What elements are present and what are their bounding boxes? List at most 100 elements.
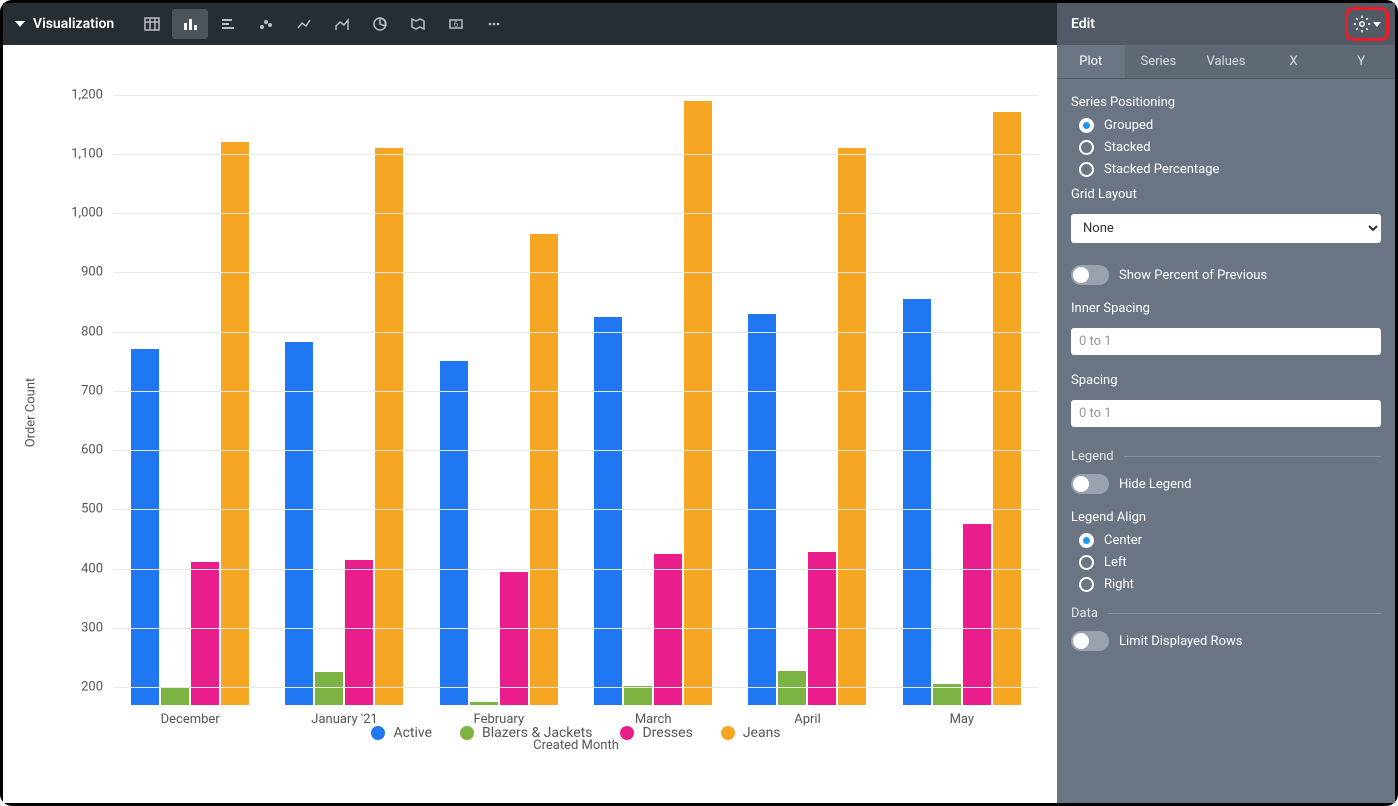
bar[interactable] [161, 688, 189, 705]
pie-chart-icon[interactable] [362, 9, 398, 39]
bar[interactable] [285, 342, 313, 705]
sidebar-tabs: PlotSeriesValuesXY [1057, 45, 1395, 79]
gridline [113, 95, 1039, 96]
table-icon[interactable] [134, 9, 170, 39]
gridline [113, 213, 1039, 214]
plot-region: DecemberJanuary '21FebruaryMarchAprilMay… [113, 65, 1039, 705]
legend-swatch-icon [460, 726, 474, 740]
data-section-label: Data [1071, 606, 1098, 621]
bar-group: December [113, 65, 267, 705]
bar[interactable] [654, 554, 682, 705]
bar[interactable] [684, 101, 712, 705]
chart-area: Order Count DecemberJanuary '21FebruaryM… [3, 55, 1055, 755]
bar[interactable] [594, 317, 622, 705]
bar[interactable] [500, 572, 528, 705]
legend-align-option-right[interactable]: Right [1079, 577, 1381, 592]
collapse-caret-icon[interactable] [15, 21, 25, 27]
gridline [113, 509, 1039, 510]
horizontal-bar-icon[interactable] [210, 9, 246, 39]
series-positioning-label: Series Positioning [1071, 95, 1381, 110]
legend-align-option-center[interactable]: Center [1079, 533, 1381, 548]
bar[interactable] [624, 686, 652, 705]
tab-y[interactable]: Y [1327, 45, 1395, 78]
positioning-option-stacked[interactable]: Stacked [1079, 140, 1381, 155]
bar[interactable] [903, 299, 931, 705]
bar[interactable] [221, 142, 249, 705]
bar[interactable] [963, 524, 991, 705]
y-tick-label: 1,200 [53, 87, 103, 102]
inner-spacing-input[interactable] [1071, 328, 1381, 355]
bar-group: May [885, 65, 1039, 705]
bar-group: March [576, 65, 730, 705]
bar[interactable] [191, 562, 219, 705]
tab-series[interactable]: Series [1125, 45, 1193, 78]
y-tick-label: 900 [53, 265, 103, 280]
y-tick-label: 800 [53, 324, 103, 339]
chart-legend: Active Blazers & Jackets Dresses Jeans [113, 725, 1039, 741]
hide-legend-label: Hide Legend [1119, 477, 1191, 492]
bar[interactable] [530, 234, 558, 705]
y-tick-label: 600 [53, 443, 103, 458]
legend-swatch-icon [721, 726, 735, 740]
legend-item[interactable]: Jeans [721, 725, 781, 741]
bar-group: January '21 [267, 65, 421, 705]
toolbar-title: Visualization [33, 16, 114, 32]
settings-gear-button[interactable] [1345, 7, 1389, 41]
tab-x[interactable]: X [1260, 45, 1328, 78]
positioning-option-stacked-percentage[interactable]: Stacked Percentage [1079, 162, 1381, 177]
bar[interactable] [838, 148, 866, 705]
map-icon[interactable] [400, 9, 436, 39]
legend-align-option-left[interactable]: Left [1079, 555, 1381, 570]
bar[interactable] [315, 672, 343, 705]
svg-text:6: 6 [454, 20, 459, 29]
viz-type-buttons: 6 [134, 9, 512, 39]
show-percent-label: Show Percent of Previous [1119, 268, 1267, 283]
legend-item[interactable]: Blazers & Jackets [460, 725, 592, 741]
limit-rows-label: Limit Displayed Rows [1119, 634, 1242, 649]
grid-layout-select[interactable]: None [1071, 214, 1381, 243]
show-percent-toggle[interactable] [1071, 265, 1109, 285]
bar-group: April [730, 65, 884, 705]
bar-group: February [422, 65, 576, 705]
legend-align-label: Legend Align [1071, 510, 1381, 525]
y-tick-label: 300 [53, 620, 103, 635]
bar-groups: DecemberJanuary '21FebruaryMarchAprilMay [113, 65, 1039, 705]
bar[interactable] [440, 361, 468, 705]
scatter-icon[interactable] [248, 9, 284, 39]
legend-swatch-icon [371, 726, 385, 740]
gridline [113, 569, 1039, 570]
bar[interactable] [375, 148, 403, 705]
area-chart-icon[interactable] [324, 9, 360, 39]
tab-plot[interactable]: Plot [1057, 45, 1125, 78]
spacing-input[interactable] [1071, 400, 1381, 427]
legend-item[interactable]: Dresses [620, 725, 692, 741]
grid-layout-label: Grid Layout [1071, 187, 1381, 202]
edit-sidebar: Edit PlotSeriesValuesXY Series Positioni… [1057, 3, 1395, 803]
bar[interactable] [345, 560, 373, 705]
bar-chart-icon[interactable] [172, 9, 208, 39]
legend-swatch-icon [620, 726, 634, 740]
chart-panel: Order Count DecemberJanuary '21FebruaryM… [3, 45, 1055, 803]
gridline [113, 154, 1039, 155]
line-chart-icon[interactable] [286, 9, 322, 39]
legend-item[interactable]: Active [371, 725, 432, 741]
more-viz-icon[interactable] [476, 9, 512, 39]
y-tick-label: 400 [53, 561, 103, 576]
gridline [113, 272, 1039, 273]
inner-spacing-label: Inner Spacing [1071, 301, 1381, 316]
single-value-icon[interactable]: 6 [438, 9, 474, 39]
limit-rows-toggle[interactable] [1071, 631, 1109, 651]
tab-values[interactable]: Values [1192, 45, 1260, 78]
bar[interactable] [470, 702, 498, 705]
y-tick-label: 1,100 [53, 146, 103, 161]
gridline [113, 332, 1039, 333]
spacing-label: Spacing [1071, 373, 1381, 388]
positioning-option-grouped[interactable]: Grouped [1079, 118, 1381, 133]
y-tick-label: 500 [53, 502, 103, 517]
y-tick-label: 700 [53, 383, 103, 398]
bar[interactable] [131, 349, 159, 705]
y-axis-label: Order Count [24, 378, 39, 448]
bar[interactable] [993, 112, 1021, 705]
hide-legend-toggle[interactable] [1071, 474, 1109, 494]
y-tick-label: 200 [53, 680, 103, 695]
